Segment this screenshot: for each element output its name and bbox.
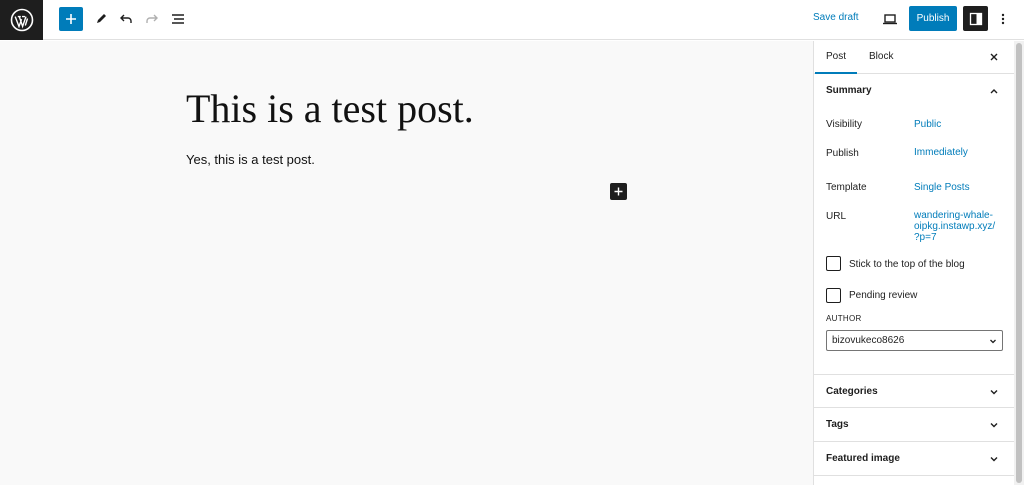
featured-image-panel-header[interactable]: Featured image xyxy=(814,442,1014,476)
chevron-down-icon xyxy=(990,457,998,462)
block-inserter-button[interactable] xyxy=(59,7,83,31)
summary-panel-title: Summary xyxy=(826,85,872,96)
author-label: AUTHOR xyxy=(826,314,862,323)
tags-panel-header[interactable]: Tags xyxy=(814,408,1014,442)
author-select-value: bizovukeco8626 xyxy=(832,335,905,346)
chevron-down-icon xyxy=(990,390,998,395)
sidebar-panel-icon xyxy=(969,12,982,25)
tab-block[interactable]: Block xyxy=(869,51,893,62)
wordpress-icon xyxy=(10,8,33,32)
sticky-checkbox-label[interactable]: Stick to the top of the blog xyxy=(849,259,965,270)
categories-panel-header[interactable]: Categories xyxy=(814,374,1014,408)
publish-button[interactable]: Publish xyxy=(909,6,957,31)
sticky-checkbox[interactable] xyxy=(826,256,841,271)
editor-header: Save draft Publish xyxy=(0,0,1024,40)
plus-icon xyxy=(614,187,623,196)
preview-button[interactable] xyxy=(881,7,899,31)
options-menu-button[interactable] xyxy=(996,7,1010,31)
tags-panel-title: Tags xyxy=(826,419,849,430)
url-label: URL xyxy=(826,211,847,222)
publish-date-value[interactable]: Immediately xyxy=(914,147,968,158)
wordpress-logo-button[interactable] xyxy=(0,0,43,40)
editor-canvas[interactable]: This is a test post. Yes, this is a test… xyxy=(0,41,813,485)
visibility-label: Visibility xyxy=(826,119,862,130)
pending-review-checkbox-label[interactable]: Pending review xyxy=(849,290,917,301)
url-line: ?p=7 xyxy=(914,232,937,243)
summary-panel-header[interactable]: Summary xyxy=(814,74,1014,108)
template-value[interactable]: Single Posts xyxy=(914,182,970,193)
tools-button[interactable] xyxy=(92,7,110,31)
more-vertical-icon xyxy=(1001,13,1005,25)
tab-post[interactable]: Post xyxy=(826,51,846,62)
pencil-icon xyxy=(97,14,106,23)
document-overview-button[interactable] xyxy=(169,7,187,31)
add-block-button[interactable] xyxy=(610,183,627,200)
template-label: Template xyxy=(826,182,867,193)
url-line: oipkg.instawp.xyz/ xyxy=(914,221,996,232)
settings-toggle-button[interactable] xyxy=(963,6,988,31)
chevron-down-icon xyxy=(990,339,996,344)
author-select[interactable]: bizovukeco8626 xyxy=(826,330,1003,351)
visibility-value[interactable]: Public xyxy=(914,119,941,130)
list-view-icon xyxy=(172,14,184,24)
chevron-up-icon xyxy=(990,89,998,94)
sidebar-scrollbar[interactable] xyxy=(1014,41,1024,485)
close-sidebar-button[interactable] xyxy=(986,49,1002,65)
redo-button[interactable] xyxy=(143,7,161,31)
redo-icon xyxy=(146,14,158,23)
sidebar-tabs: Post Block xyxy=(814,41,1014,74)
close-icon xyxy=(990,53,998,61)
pending-review-checkbox[interactable] xyxy=(826,288,841,303)
paragraph-block[interactable]: Yes, this is a test post. xyxy=(186,152,315,167)
featured-image-panel-title: Featured image xyxy=(826,453,900,464)
scrollbar-thumb[interactable] xyxy=(1016,43,1022,483)
plus-icon xyxy=(66,14,76,24)
url-value[interactable]: wandering-whale- oipkg.instawp.xyz/ ?p=7 xyxy=(914,210,995,243)
desktop-preview-icon xyxy=(883,14,897,25)
categories-panel-title: Categories xyxy=(826,386,878,397)
post-title[interactable]: This is a test post. xyxy=(186,85,474,132)
url-line: wandering-whale- xyxy=(914,210,993,221)
settings-sidebar: Post Block Summary Visibility Public Pub… xyxy=(813,41,1014,485)
publish-date-label: Publish xyxy=(826,148,859,159)
chevron-down-icon xyxy=(990,423,998,428)
undo-icon xyxy=(120,14,132,23)
save-draft-button[interactable]: Save draft xyxy=(813,12,859,23)
undo-button[interactable] xyxy=(117,7,135,31)
